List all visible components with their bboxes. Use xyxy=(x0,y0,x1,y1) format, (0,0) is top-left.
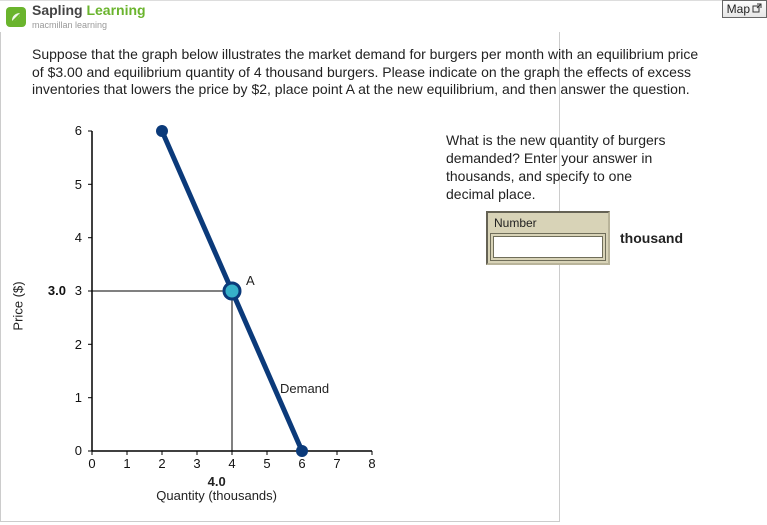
number-input-label: Number xyxy=(490,215,606,233)
svg-text:3.0: 3.0 xyxy=(48,283,66,298)
svg-text:6: 6 xyxy=(75,123,82,138)
popout-icon xyxy=(752,2,762,16)
unit-label: thousand xyxy=(620,230,683,246)
chart-svg: 0 1 2 3 3.0 4 5 6 xyxy=(22,111,392,501)
demand-series-label: Demand xyxy=(280,381,329,396)
svg-text:2: 2 xyxy=(158,456,165,471)
svg-text:1: 1 xyxy=(75,390,82,405)
svg-text:0: 0 xyxy=(88,456,95,471)
svg-text:8: 8 xyxy=(368,456,375,471)
svg-text:4: 4 xyxy=(228,456,235,471)
svg-text:3: 3 xyxy=(193,456,200,471)
brand: Sapling Learning macmillan learning xyxy=(0,1,158,30)
leaf-icon xyxy=(6,7,26,27)
number-input-frame: Number xyxy=(486,211,610,265)
answer-question: What is the new quantity of burgers dema… xyxy=(446,131,672,204)
svg-text:7: 7 xyxy=(333,456,340,471)
demand-chart[interactable]: 0 1 2 3 3.0 4 5 6 xyxy=(22,111,392,501)
svg-text:3: 3 xyxy=(75,283,82,298)
svg-text:5: 5 xyxy=(263,456,270,471)
map-button-label: Map xyxy=(727,2,750,16)
svg-text:2: 2 xyxy=(75,337,82,352)
svg-text:1: 1 xyxy=(123,456,130,471)
y-axis-label: Price ($) xyxy=(11,281,26,330)
brand-text: Sapling Learning macmillan learning xyxy=(32,3,146,30)
brand-subtitle: macmillan learning xyxy=(32,20,107,30)
svg-text:5: 5 xyxy=(75,177,82,192)
svg-text:0: 0 xyxy=(75,443,82,458)
brand-word-2: Learning xyxy=(86,2,145,18)
point-a-label: A xyxy=(246,273,255,288)
answer-input[interactable] xyxy=(493,236,603,258)
x-axis-title: Quantity (thousands) xyxy=(156,488,277,503)
svg-text:6: 6 xyxy=(298,456,305,471)
map-button[interactable]: Map xyxy=(722,0,767,18)
x-axis-label: 4.0 Quantity (thousands) xyxy=(156,475,277,502)
brand-word-1: Sapling xyxy=(32,2,83,18)
svg-text:4: 4 xyxy=(75,230,82,245)
question-prompt: Suppose that the graph below illustrates… xyxy=(0,32,720,105)
app-header: Sapling Learning macmillan learning xyxy=(0,0,767,32)
